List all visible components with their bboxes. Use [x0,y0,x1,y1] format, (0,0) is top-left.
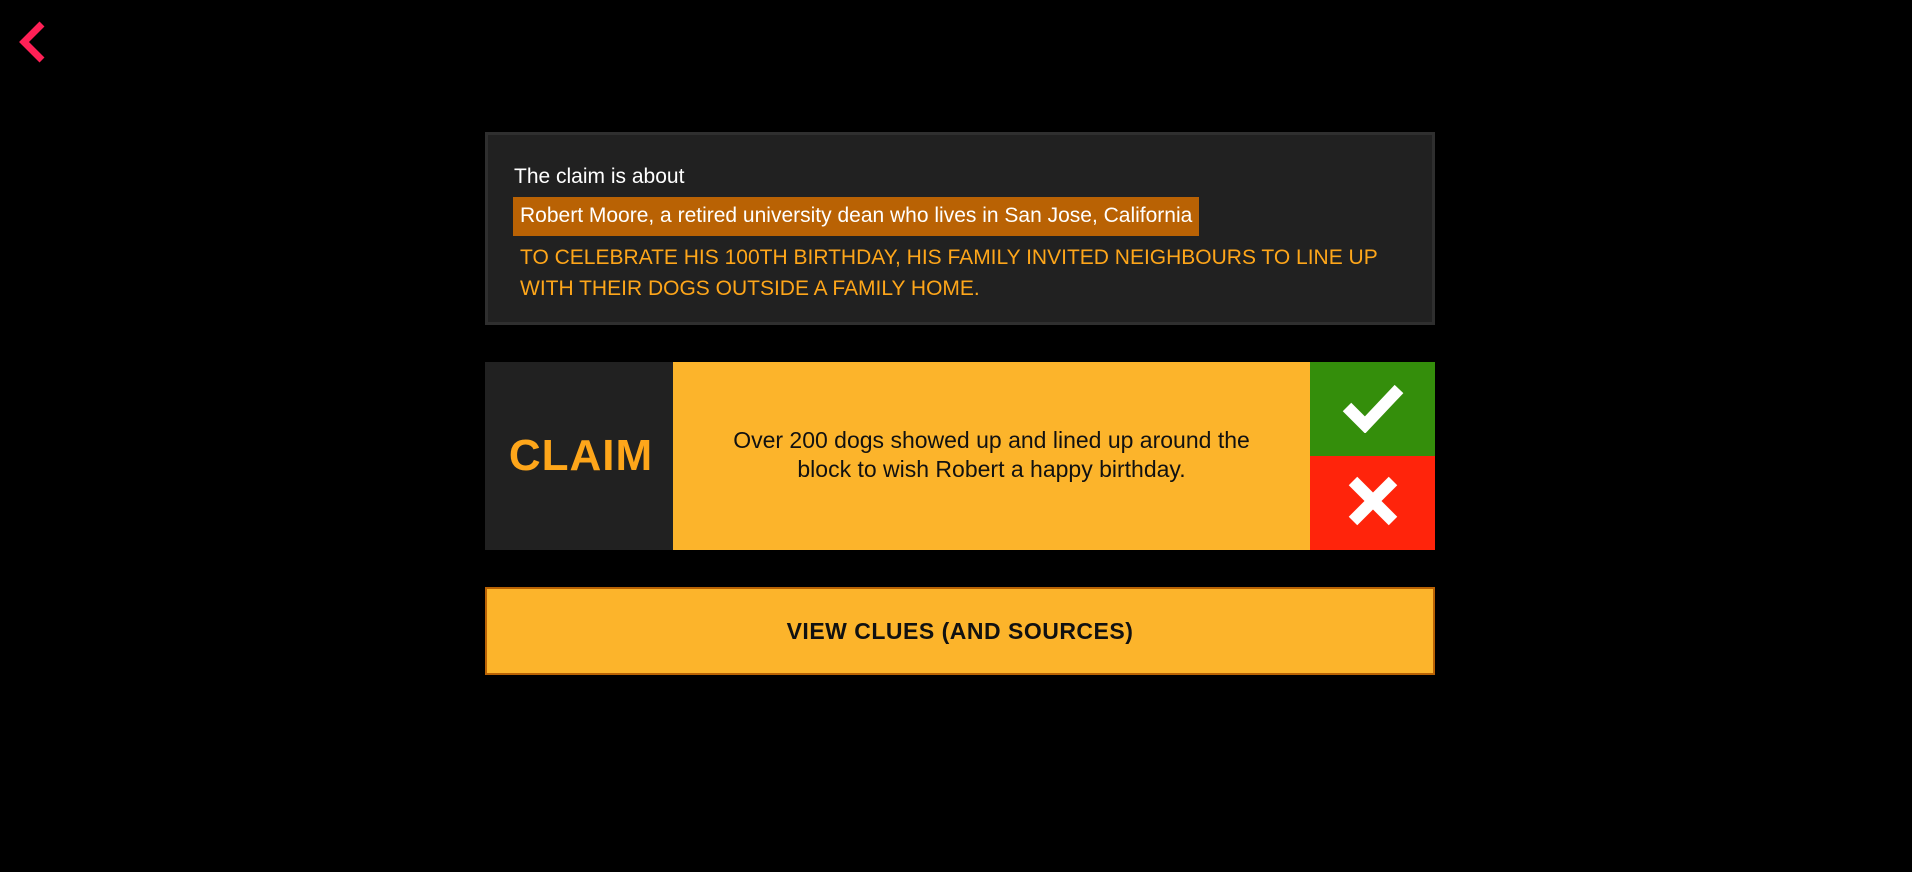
claim-text-cell: Over 200 dogs showed up and lined up aro… [673,362,1310,550]
context-subject-highlight: Robert Moore, a retired university dean … [513,197,1200,236]
cross-icon [1347,475,1399,532]
claim-card: CLAIM Over 200 dogs showed up and lined … [485,362,1435,550]
context-detail-text: To celebrate his 100th birthday, his fam… [520,246,1378,300]
vote-false-button[interactable] [1310,456,1435,550]
claim-context-panel: The claim is about Robert Moore, a retir… [485,132,1435,325]
claim-label-cell: CLAIM [485,362,673,550]
chevron-left-icon [14,18,54,66]
view-clues-button[interactable]: VIEW CLUES (AND SOURCES) [485,587,1435,675]
view-clues-label: VIEW CLUES (AND SOURCES) [786,617,1134,644]
checkmark-icon [1341,381,1405,438]
vote-buttons [1310,362,1435,550]
vote-true-button[interactable] [1310,362,1435,456]
back-button[interactable] [14,18,54,66]
context-intro-text: The claim is about [514,165,685,188]
claim-label: CLAIM [508,431,654,480]
claim-statement: Over 200 dogs showed up and lined up aro… [733,426,1250,482]
